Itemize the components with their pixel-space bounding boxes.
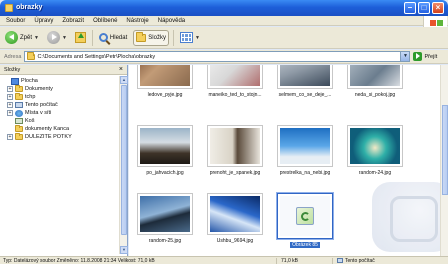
computer-icon [15, 102, 23, 108]
tree-item-dulezite-potky[interactable]: + DULEZITE POTKY [3, 133, 124, 141]
expand-icon[interactable]: + [7, 94, 13, 100]
thumbnail-item[interactable]: Ushbu_9694.jpg [203, 193, 267, 244]
status-bar: Typ: Datelázový soubor Změněno: 11.8.200… [0, 256, 448, 264]
computer-icon [337, 258, 343, 263]
folder-icon [15, 85, 23, 92]
thumbnail-item[interactable]: prenoht_je_spanek.jpg [203, 125, 267, 176]
tree-item-tchp[interactable]: + tchp [3, 93, 124, 101]
toolbar-separator [172, 29, 174, 46]
thumbnail-item[interactable]: random-25.jpg [133, 193, 197, 244]
chevron-down-icon[interactable]: ▼ [400, 52, 410, 61]
thumbnail-item[interactable]: neda_si_pokoj.jpg [343, 65, 407, 98]
status-size: 71,0 kB [276, 257, 332, 264]
thumbnail-item-selected[interactable]: Obrázek 85 [273, 193, 337, 250]
menu-bar: Soubor Úpravy Zobrazit Oblíbené Nástroje… [0, 16, 448, 26]
tree-item-recycle-bin[interactable]: Koš [3, 117, 124, 125]
window-title: obrazky [16, 4, 43, 11]
expand-icon[interactable]: + [7, 102, 13, 108]
go-button[interactable]: Přejít [413, 52, 437, 61]
back-arrow-icon [5, 31, 18, 44]
tree-item-desktop[interactable]: Plocha [3, 77, 124, 85]
scrollbar-thumb[interactable] [442, 105, 448, 195]
minimize-button[interactable]: – [404, 2, 416, 14]
address-input[interactable]: C:\Documents and Settings\Petr\Plocha\ob… [24, 51, 411, 62]
views-button[interactable]: ▼ [178, 30, 202, 46]
folder-icon [5, 4, 13, 12]
menu-view[interactable]: Zobrazit [62, 18, 84, 24]
views-icon [179, 32, 193, 43]
folder-icon [27, 52, 36, 60]
expand-icon[interactable]: + [7, 110, 13, 116]
folder-icon [15, 125, 23, 132]
forward-button[interactable]: ▼ [45, 30, 69, 46]
folder-tree-pane: Složky × Plocha + Dokumenty + tchp + Ten… [0, 65, 128, 256]
expand-icon[interactable]: + [7, 134, 13, 140]
menu-edit[interactable]: Úpravy [34, 18, 53, 24]
address-bar: Adresa C:\Documents and Settings\Petr\Pl… [0, 50, 448, 64]
search-icon [98, 33, 108, 42]
folder-icon [136, 31, 147, 42]
up-folder-icon [74, 32, 86, 43]
tree-item-network[interactable]: + Místa v síti [3, 109, 124, 117]
address-value: C:\Documents and Settings\Petr\Plocha\ob… [37, 53, 156, 60]
tree-item-my-computer[interactable]: + Tento počítač [3, 101, 124, 109]
go-arrow-icon [413, 52, 423, 61]
folder-icon [15, 93, 23, 100]
thumbnail-item[interactable]: selmem_co_se_deje_... [273, 65, 337, 98]
scroll-up-icon[interactable]: ▲ [120, 76, 128, 84]
thumbnail-item[interactable]: prestrelka_na_nebi.jpg [273, 125, 337, 176]
back-button[interactable]: Zpět ▼ [3, 30, 41, 46]
desktop-icon [11, 77, 19, 85]
folder-pane-title: Složky [4, 66, 21, 73]
toolbar: Zpět ▼ ▼ Hledat Složky ▼ [0, 27, 448, 49]
folder-pane-header: Složky × [0, 65, 127, 75]
image-file-icon [296, 207, 314, 225]
address-label: Adresa [4, 53, 22, 60]
folder-icon [15, 133, 23, 140]
close-button[interactable]: × [432, 2, 444, 14]
chevron-down-icon[interactable]: ▼ [195, 35, 200, 41]
windows-watermark [372, 182, 448, 252]
forward-arrow-icon [46, 31, 60, 44]
recycle-bin-icon [15, 118, 23, 124]
up-folder-button[interactable] [73, 30, 88, 46]
menu-help[interactable]: Nápověda [158, 18, 185, 24]
content-scrollbar[interactable] [440, 65, 448, 256]
tree-scrollbar[interactable]: ▲ ▼ [119, 76, 128, 254]
title-bar[interactable]: obrazky – □ × [0, 0, 448, 16]
tree-item-dokumenty-kanca[interactable]: dokumenty Kanca [3, 125, 124, 133]
status-zone: Tento počítač [332, 257, 375, 264]
search-button[interactable]: Hledat [97, 30, 129, 46]
menu-tools[interactable]: Nástroje [126, 18, 148, 24]
close-icon[interactable]: × [119, 66, 123, 73]
thumbnail-view: ledove_pyje.jpg maneiko_ted_to_stojn... … [129, 65, 448, 256]
chevron-down-icon[interactable]: ▼ [34, 35, 39, 41]
menu-file[interactable]: Soubor [6, 18, 25, 24]
network-icon [15, 109, 23, 117]
maximize-button[interactable]: □ [418, 2, 430, 14]
thumbnail-item[interactable]: ledove_pyje.jpg [133, 65, 197, 98]
scrollbar-thumb[interactable] [121, 85, 127, 235]
thumbnail-item[interactable]: po_jahvacich.jpg [133, 125, 197, 176]
toolbar-separator [91, 29, 93, 46]
menu-favorites[interactable]: Oblíbené [93, 18, 117, 24]
scroll-down-icon[interactable]: ▼ [120, 246, 128, 254]
status-details: Typ: Datelázový soubor Změněno: 11.8.200… [3, 257, 155, 264]
expand-icon[interactable]: + [7, 86, 13, 92]
tree-item-documents[interactable]: + Dokumenty [3, 85, 124, 93]
chevron-down-icon[interactable]: ▼ [62, 35, 67, 41]
thumbnail-item[interactable]: random-24.jpg [343, 125, 407, 176]
folders-button[interactable]: Složky [133, 29, 169, 46]
thumbnail-item[interactable]: maneiko_ted_to_stojn... [203, 65, 267, 98]
